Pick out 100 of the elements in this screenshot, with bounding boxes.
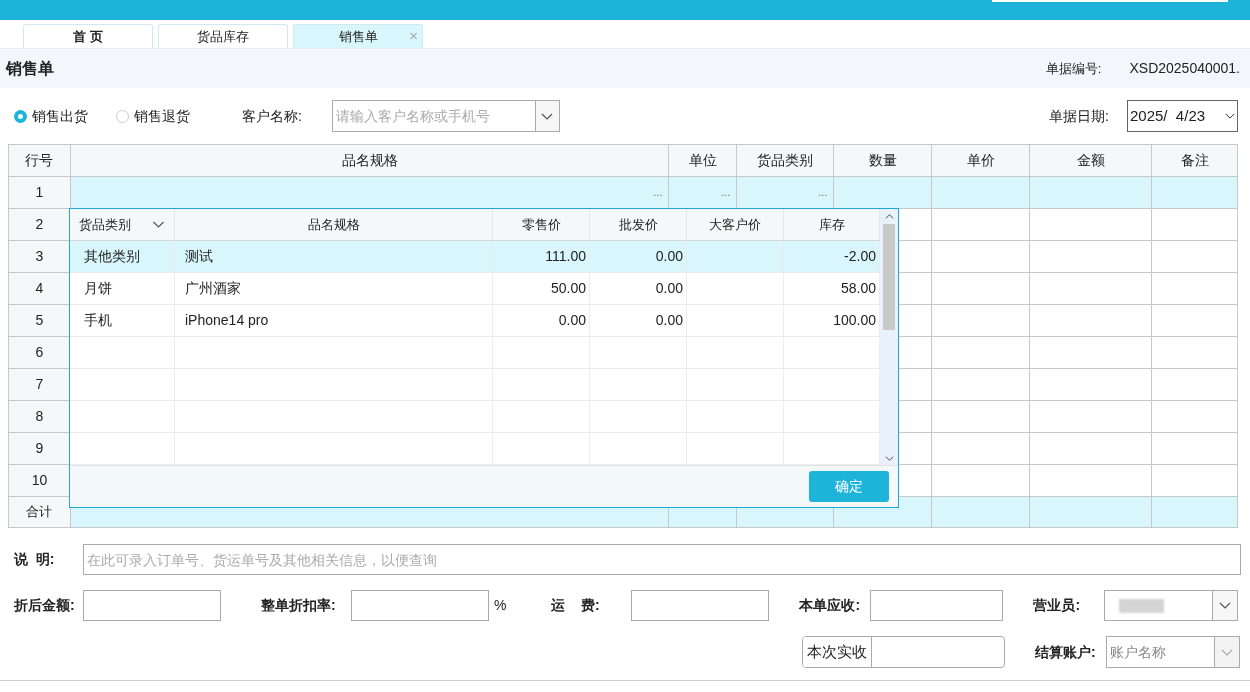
table-cell[interactable] bbox=[932, 177, 1031, 209]
input-field[interactable] bbox=[631, 590, 770, 621]
tab[interactable]: 货品库存 bbox=[158, 24, 288, 48]
chevron-down-icon bbox=[884, 456, 894, 461]
row-number: 2 bbox=[9, 209, 71, 241]
document-number: XSD2025040001. bbox=[1129, 59, 1240, 78]
row-number: 4 bbox=[9, 273, 71, 305]
table-cell[interactable] bbox=[1152, 433, 1238, 465]
radio-button[interactable] bbox=[14, 109, 27, 123]
table-cell[interactable] bbox=[932, 433, 1031, 465]
table-cell[interactable] bbox=[932, 337, 1031, 369]
picker-row[interactable]: 手机 iPhone14 pro 0.00 0.00 100.00 bbox=[70, 305, 880, 337]
scrollbar[interactable] bbox=[880, 209, 898, 465]
chevron-down-icon bbox=[1221, 648, 1233, 656]
ellipsis-button[interactable]: ... bbox=[721, 184, 731, 201]
input-field[interactable]: 在此可录入订单号、货运单号及其他相关信息，以便查询 bbox=[83, 544, 1241, 575]
table-cell[interactable]: ... bbox=[70, 177, 670, 209]
table-cell-text: 广州酒家 bbox=[185, 279, 241, 298]
column-header: 单价 bbox=[932, 145, 1031, 177]
table-cell[interactable] bbox=[932, 465, 1031, 497]
chevron-down-icon bbox=[541, 112, 554, 120]
column-header: 数量 bbox=[834, 145, 933, 177]
ellipsis-button[interactable]: ... bbox=[818, 184, 828, 201]
table-cell[interactable] bbox=[1152, 337, 1238, 369]
table-cell[interactable] bbox=[932, 369, 1031, 401]
radio-option[interactable]: 销售出货 bbox=[14, 105, 88, 127]
table-cell[interactable] bbox=[1152, 369, 1238, 401]
column-header: 零售价 bbox=[493, 209, 590, 240]
tab[interactable]: 销售单 × bbox=[293, 24, 423, 48]
radio-option[interactable]: 销售退货 bbox=[116, 105, 190, 127]
radio-label: 销售退货 bbox=[134, 106, 190, 126]
picker-row[interactable]: 月饼 广州酒家 50.00 0.00 58.00 bbox=[70, 273, 880, 305]
row-number: 10 bbox=[9, 465, 71, 497]
table-cell[interactable] bbox=[1030, 241, 1153, 273]
table-cell[interactable] bbox=[932, 305, 1031, 337]
input-field[interactable] bbox=[870, 590, 1004, 621]
date-picker[interactable]: 2025/ 4/23 bbox=[1127, 100, 1238, 132]
table-cell[interactable]: ... bbox=[669, 177, 738, 209]
table-cell[interactable] bbox=[1030, 177, 1153, 209]
table-cell-text: 0.00 bbox=[655, 311, 683, 330]
table-cell-text: iPhone14 pro bbox=[185, 311, 269, 330]
table-cell[interactable] bbox=[1152, 465, 1238, 497]
table-cell[interactable] bbox=[1030, 433, 1153, 465]
table-cell[interactable]: ... bbox=[737, 177, 835, 209]
account-select[interactable]: 账户名称 bbox=[1106, 636, 1240, 668]
table-cell[interactable] bbox=[1030, 337, 1153, 369]
table-cell[interactable] bbox=[1152, 401, 1238, 433]
table-cell[interactable] bbox=[1030, 369, 1153, 401]
input-field[interactable] bbox=[83, 590, 221, 621]
table-cell[interactable] bbox=[932, 241, 1031, 273]
table-cell-text: 58.00 bbox=[840, 279, 876, 298]
table-cell[interactable] bbox=[1030, 209, 1153, 241]
table-cell[interactable] bbox=[1152, 209, 1238, 241]
table-cell-text: 0.00 bbox=[558, 311, 586, 330]
table-cell[interactable] bbox=[1030, 305, 1153, 337]
table-cell-text: 0.00 bbox=[655, 247, 683, 266]
table-cell-text: 50.00 bbox=[550, 279, 586, 298]
column-header: 金额 bbox=[1030, 145, 1153, 177]
row-number: 8 bbox=[9, 401, 71, 433]
table-cell-text: 测试 bbox=[185, 247, 213, 266]
row-number: 9 bbox=[9, 433, 71, 465]
row-number: 6 bbox=[9, 337, 71, 369]
scrollbar-thumb[interactable] bbox=[883, 224, 895, 330]
tab[interactable]: 首 页 bbox=[23, 24, 153, 48]
table-cell[interactable] bbox=[1030, 273, 1153, 305]
field-label: 折后金额: bbox=[14, 596, 76, 615]
table-cell[interactable] bbox=[834, 177, 933, 209]
ellipsis-button[interactable]: ... bbox=[653, 184, 663, 201]
dropdown-button[interactable] bbox=[1214, 637, 1239, 667]
column-header: 货品类别 bbox=[737, 145, 835, 177]
table-cell[interactable] bbox=[932, 401, 1031, 433]
dropdown-button[interactable] bbox=[534, 101, 559, 131]
unit-label: % bbox=[494, 596, 507, 615]
radio-label: 销售出货 bbox=[32, 106, 88, 126]
column-header: 批发价 bbox=[590, 209, 687, 240]
date-value: 2025/ 4/23 bbox=[1130, 105, 1207, 126]
column-header: 品名规格 bbox=[70, 145, 670, 177]
picker-row[interactable]: 其他类别 测试 111.00 0.00 -2.00 bbox=[70, 241, 880, 273]
salesperson-select[interactable] bbox=[1104, 590, 1239, 621]
table-cell[interactable] bbox=[1030, 465, 1153, 497]
customer-field[interactable]: 请输入客户名称或手机号 bbox=[332, 101, 535, 131]
category-filter[interactable]: 货品类别 bbox=[70, 209, 175, 240]
input-field[interactable] bbox=[351, 590, 489, 621]
field-label: 单据日期: bbox=[1049, 106, 1109, 126]
field-label: 单据编号: bbox=[1045, 59, 1102, 78]
column-header: 大客户价 bbox=[687, 209, 784, 240]
table-cell[interactable] bbox=[1152, 177, 1238, 209]
table-cell[interactable] bbox=[1152, 241, 1238, 273]
table-cell-text: 手机 bbox=[84, 311, 112, 330]
table-cell-text: 0.00 bbox=[655, 279, 683, 298]
account-field[interactable]: 账户名称 bbox=[1107, 637, 1214, 667]
table-cell[interactable] bbox=[1152, 305, 1238, 337]
table-cell[interactable] bbox=[932, 273, 1031, 305]
table-cell[interactable] bbox=[1152, 273, 1238, 305]
row-number: 1 bbox=[9, 177, 71, 209]
blurred-value bbox=[1119, 598, 1165, 613]
customer-select[interactable]: 请输入客户名称或手机号 bbox=[331, 100, 560, 132]
table-cell-text: -2.00 bbox=[844, 247, 876, 266]
table-cell[interactable] bbox=[1030, 401, 1153, 433]
table-cell[interactable] bbox=[932, 209, 1031, 241]
